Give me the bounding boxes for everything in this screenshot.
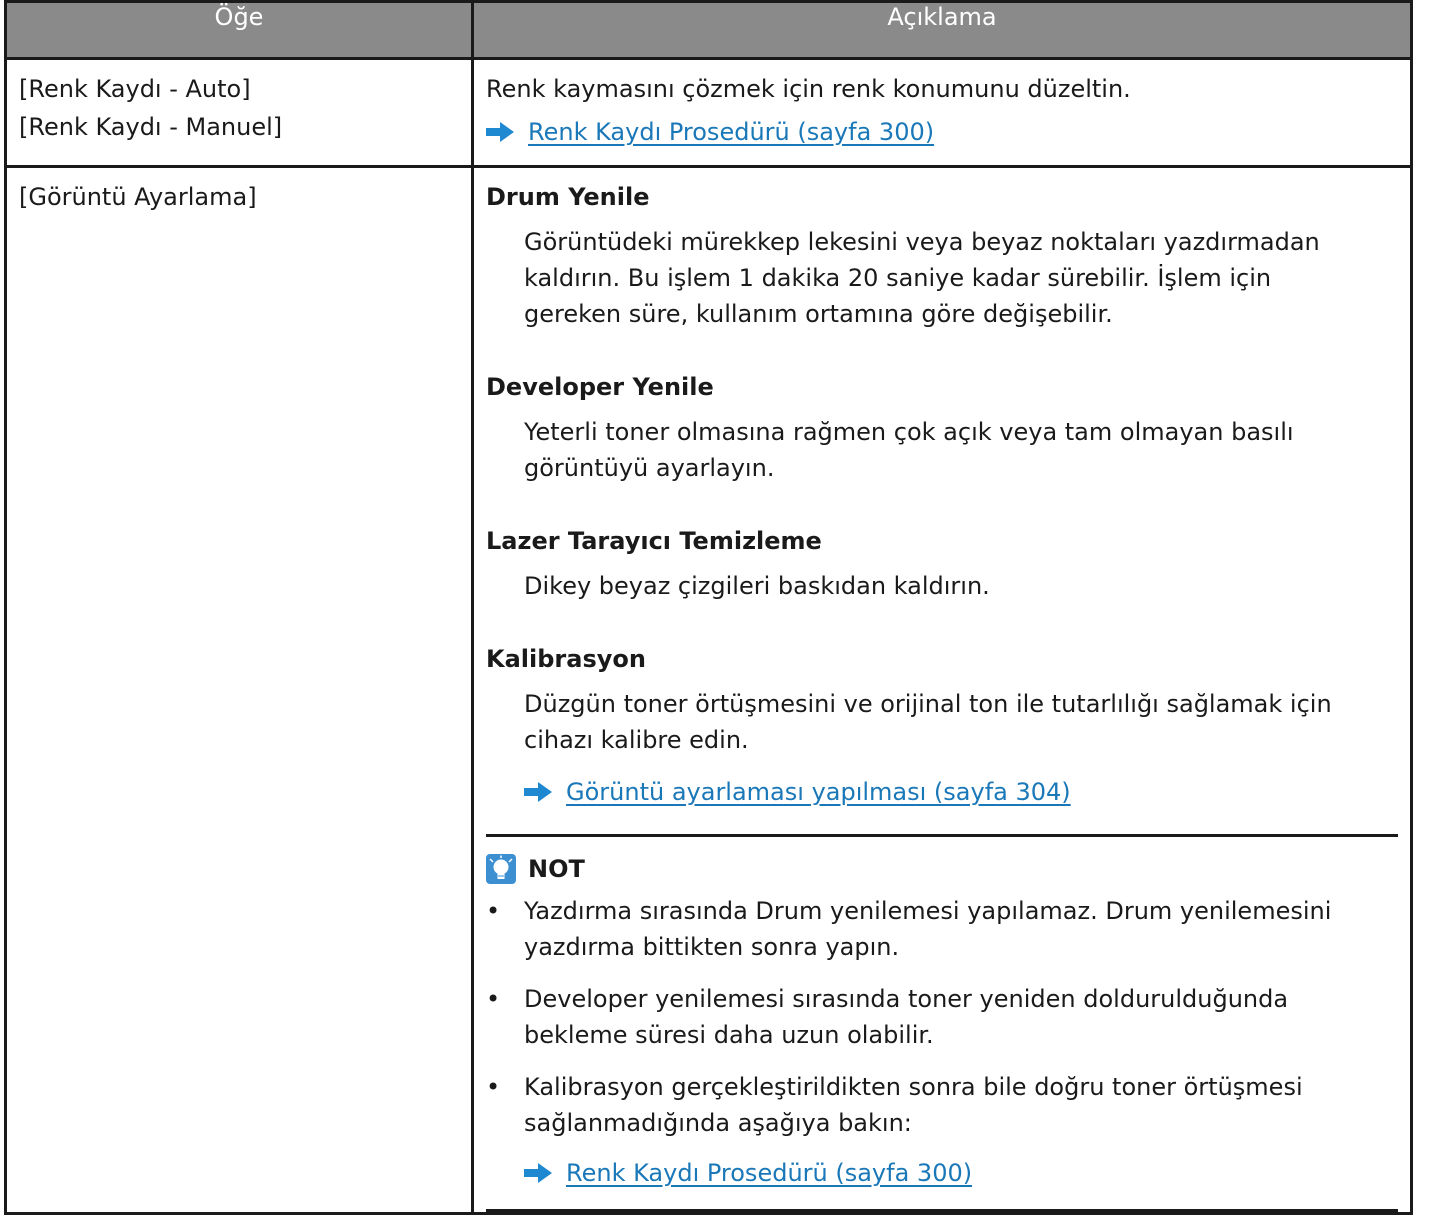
text-line: Kalibrasyon gerçekleştirildikten sonra b… xyxy=(524,1073,1303,1101)
note-title: NOT xyxy=(528,855,585,883)
settings-table: Öğe Açıklama [Renk Kaydı - Auto] [Renk K… xyxy=(4,0,1413,1215)
goruntu-ayarlamasi-link[interactable]: Görüntü ayarlaması yapılması (sayfa 304) xyxy=(566,772,1071,812)
arrow-right-icon xyxy=(486,122,514,142)
text-line: görüntüyü ayarlayın. xyxy=(524,454,775,482)
text-line: Yeterli toner olmasına rağmen çok açık v… xyxy=(524,418,1294,446)
text-line: Dikey beyaz çizgileri baskıdan kaldırın. xyxy=(524,572,990,600)
item-cell: [Renk Kaydı - Auto] [Renk Kaydı - Manuel… xyxy=(4,57,474,168)
note-bullet: • Kalibrasyon gerçekleştirildikten sonra… xyxy=(486,1069,1398,1141)
bullet-dot: • xyxy=(486,1073,501,1101)
text-line: kaldırın. Bu işlem 1 dakika 20 saniye ka… xyxy=(524,264,1272,292)
header-description: Açıklama xyxy=(471,0,1413,60)
item-label: [Renk Kaydı - Manuel] xyxy=(19,113,283,141)
description-cell: Drum Yenile Görüntüdeki mürekkep lekesin… xyxy=(471,165,1413,1215)
text-line: cihazı kalibre edin. xyxy=(524,726,749,754)
renk-kaydi-link[interactable]: Renk Kaydı Prosedürü (sayfa 300) xyxy=(528,112,934,152)
item-label: [Görüntü Ayarlama] xyxy=(19,183,257,211)
section-title-kalibrasyon: Kalibrasyon xyxy=(486,645,646,673)
text-line: yazdırma bittikten sonra yapın. xyxy=(524,933,900,961)
reference-link-row: Renk Kaydı Prosedürü (sayfa 300) xyxy=(486,1153,1398,1193)
section-title-lazer: Lazer Tarayıcı Temizleme xyxy=(486,527,822,555)
note-header: NOT xyxy=(486,849,1398,889)
text-line: bekleme süresi daha uzun olabilir. xyxy=(524,1021,934,1049)
description-cell: Renk kaymasını çözmek için renk konumunu… xyxy=(471,57,1413,168)
header-item: Öğe xyxy=(4,0,474,60)
section-title-drum: Drum Yenile xyxy=(486,183,650,211)
note-box: NOT • Yazdırma sırasında Drum yenilemesi… xyxy=(486,834,1398,1212)
note-bullet: • Yazdırma sırasında Drum yenilemesi yap… xyxy=(486,893,1398,965)
section-body-lazer: Dikey beyaz çizgileri baskıdan kaldırın. xyxy=(486,568,1398,604)
page: Öğe Açıklama [Renk Kaydı - Auto] [Renk K… xyxy=(0,0,1429,1215)
text-line: gereken süre, kullanım ortamına göre değ… xyxy=(524,300,1113,328)
renk-kaydi-note-link[interactable]: Renk Kaydı Prosedürü (sayfa 300) xyxy=(566,1153,972,1193)
arrow-right-icon xyxy=(524,782,552,802)
description-text: Renk kaymasını çözmek için renk konumunu… xyxy=(486,75,1131,103)
table-row: [Görüntü Ayarlama] Drum Yenile Görüntüde… xyxy=(4,165,1413,1215)
section-body-developer: Yeterli toner olmasına rağmen çok açık v… xyxy=(486,414,1398,486)
text-line: Yazdırma sırasında Drum yenilemesi yapıl… xyxy=(524,897,1332,925)
text-line: Düzgün toner örtüşmesini ve orijinal ton… xyxy=(524,690,1332,718)
arrow-right-icon xyxy=(524,1163,552,1183)
text-line: sağlanmadığında aşağıya bakın: xyxy=(524,1109,912,1137)
bullet-dot: • xyxy=(486,985,501,1013)
lightbulb-icon xyxy=(486,854,516,884)
table-row: [Renk Kaydı - Auto] [Renk Kaydı - Manuel… xyxy=(4,57,1413,168)
item-label: [Renk Kaydı - Auto] xyxy=(19,75,251,103)
bullet-dot: • xyxy=(486,897,501,925)
section-body-kalibrasyon: Düzgün toner örtüşmesini ve orijinal ton… xyxy=(486,686,1398,758)
table-header-row: Öğe Açıklama xyxy=(4,0,1413,60)
reference-link-row: Görüntü ayarlaması yapılması (sayfa 304) xyxy=(486,772,1398,812)
reference-link-row: Renk Kaydı Prosedürü (sayfa 300) xyxy=(486,112,1398,152)
item-cell: [Görüntü Ayarlama] xyxy=(4,165,474,1215)
section-title-developer: Developer Yenile xyxy=(486,373,714,401)
note-bullet: • Developer yenilemesi sırasında toner y… xyxy=(486,981,1398,1053)
text-line: Görüntüdeki mürekkep lekesini veya beyaz… xyxy=(524,228,1320,256)
text-line: Developer yenilemesi sırasında toner yen… xyxy=(524,985,1289,1013)
section-body-drum: Görüntüdeki mürekkep lekesini veya beyaz… xyxy=(486,224,1398,332)
